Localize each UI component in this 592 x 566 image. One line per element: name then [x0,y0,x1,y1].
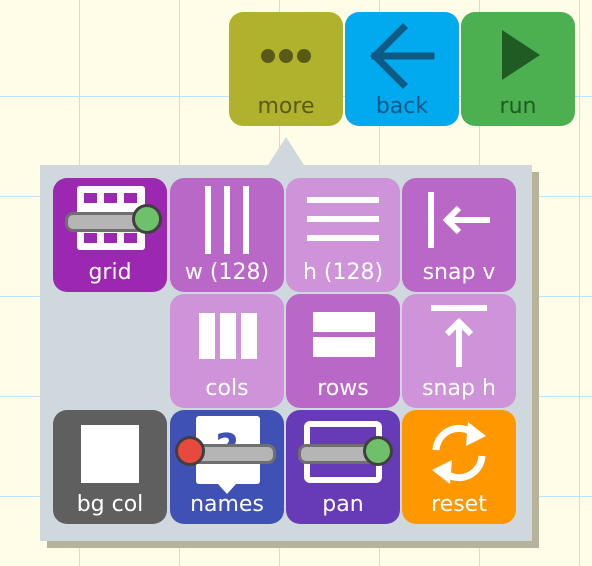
names-toggle-button[interactable]: ? names [170,410,284,524]
cols-label: cols [205,376,249,401]
play-icon [502,30,540,80]
grid-toggle-knob[interactable] [132,204,162,234]
snap-h-label: snap h [422,376,496,401]
names-toggle-knob[interactable] [175,436,205,466]
color-swatch-icon [81,425,139,483]
rows-label: rows [317,376,369,401]
cols-button[interactable]: cols [170,294,284,408]
snap-v-button[interactable]: snap v [402,178,516,292]
more-dots-icon [261,49,311,63]
grid-toggle-button[interactable]: grid [53,178,167,292]
back-label: back [375,94,429,119]
rows-button[interactable]: rows [286,294,400,408]
width-label: w (128) [184,260,270,285]
reset-label: reset [431,492,487,517]
names-label: names [190,492,264,517]
horizontal-lines-icon [307,197,379,241]
run-label: run [499,94,537,119]
pan-toggle-button[interactable]: pan [286,410,400,524]
pan-toggle-knob[interactable] [363,436,393,466]
snap-v-label: snap v [422,260,496,285]
grid-label: grid [88,260,132,285]
more-button[interactable]: more [229,12,343,126]
reset-button[interactable]: reset [402,410,516,524]
width-button[interactable]: w (128) [170,178,284,292]
back-arrow-icon [370,23,435,89]
pan-label: pan [322,492,364,517]
height-button[interactable]: h (128) [286,178,400,292]
more-label: more [257,94,315,119]
columns-icon [199,313,257,359]
bg-color-label: bg col [76,492,144,517]
snap-left-icon [428,192,490,248]
grid-settings-panel: grid w (128) h (128) snap v cols rows sn… [40,165,532,541]
rows-icon [313,312,375,357]
bg-color-button[interactable]: bg col [53,410,167,524]
panel-pointer [268,137,304,165]
vertical-lines-icon [205,186,249,254]
snap-up-icon [431,305,487,367]
back-button[interactable]: back [345,12,459,126]
run-button[interactable]: run [461,12,575,126]
snap-h-button[interactable]: snap h [402,294,516,408]
reset-icon [432,422,486,484]
height-label: h (128) [302,260,384,285]
